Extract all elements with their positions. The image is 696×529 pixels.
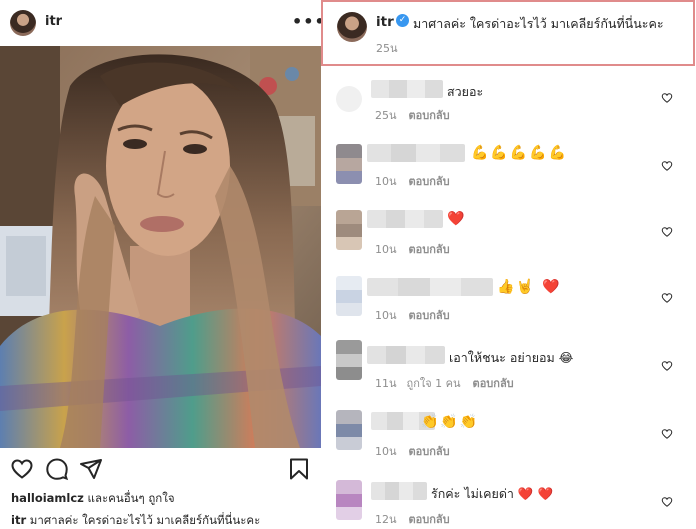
post-username[interactable]: itr — [45, 14, 62, 29]
reply-button[interactable]: ตอบกลับ — [409, 513, 450, 526]
comment-meta: 25น ตอบกลับ — [375, 106, 450, 124]
avatar[interactable] — [337, 12, 367, 42]
blurred-username — [367, 278, 493, 296]
comment-text: 👏👏👏 — [421, 414, 480, 430]
blurred-username — [367, 346, 445, 364]
reply-button[interactable]: ตอบกลับ — [409, 175, 450, 188]
comment-time[interactable]: 10น — [375, 175, 397, 188]
heart-icon[interactable] — [661, 428, 673, 440]
heart-icon[interactable] — [661, 226, 673, 238]
blurred-username — [367, 144, 465, 162]
comment-text: รักค่ะ ไม่เคยด่า ❤️ ❤️ — [431, 486, 554, 501]
post-header: itr ••• — [0, 0, 325, 46]
reply-button[interactable]: ตอบกลับ — [409, 243, 450, 256]
comment-time[interactable]: 12น — [375, 513, 397, 526]
bookmark-icon[interactable] — [287, 457, 311, 481]
reply-button[interactable]: ตอบกลับ — [409, 309, 450, 322]
comment-time[interactable]: 25น — [376, 39, 398, 57]
comment-text: มาศาลค่ะ ใครด่าอะไรไว้ มาเคลียร์กันที่นี… — [413, 16, 664, 31]
share-icon[interactable] — [79, 457, 103, 481]
caption-text: มาศาลค่ะ ใครด่าอะไรไว้ มาเคลียร์กันที่นี… — [26, 513, 261, 527]
liked-by-rest: และคนอื่นๆ ถูกใจ — [83, 491, 175, 505]
comment-time[interactable]: 10น — [375, 445, 397, 458]
avatar[interactable] — [336, 480, 362, 520]
reply-button[interactable]: ตอบกลับ — [473, 377, 514, 390]
likes-summary[interactable]: halloiamlcz และคนอื่นๆ ถูกใจ — [11, 490, 175, 508]
blurred-username — [367, 210, 443, 228]
comment-meta: 10น ตอบกลับ — [375, 172, 450, 190]
post-photo[interactable] — [0, 46, 321, 448]
post-actions — [0, 452, 321, 484]
avatar[interactable] — [10, 10, 36, 36]
comment-text: เอาให้ชนะ อย่ายอม 😂 — [449, 350, 574, 365]
comment-icon[interactable] — [45, 457, 69, 481]
heart-icon[interactable] — [10, 457, 34, 481]
comment-username[interactable]: itr — [376, 14, 394, 30]
verified-badge-icon: ✓ — [396, 14, 409, 27]
post-caption: itr มาศาลค่ะ ใครด่าอะไรไว้ มาเคลียร์กันท… — [11, 512, 260, 529]
comment-meta: 10น ตอบกลับ — [375, 240, 450, 258]
comment-likes[interactable]: ถูกใจ 1 คน — [407, 377, 461, 390]
avatar[interactable] — [336, 210, 362, 250]
avatar[interactable] — [336, 276, 362, 316]
avatar[interactable] — [336, 86, 362, 112]
blurred-username — [371, 80, 443, 98]
heart-icon[interactable] — [661, 360, 673, 372]
reply-button[interactable]: ตอบกลับ — [409, 445, 450, 458]
avatar[interactable] — [336, 144, 362, 184]
caption-username[interactable]: itr — [11, 513, 26, 527]
heart-icon[interactable] — [661, 292, 673, 304]
comment-time[interactable]: 11น — [375, 377, 397, 390]
comment-meta: 12น ตอบกลับ — [375, 510, 450, 528]
comment-text: สวยอะ — [447, 84, 484, 99]
comment-time[interactable]: 10น — [375, 309, 397, 322]
comment-text: ❤️ — [447, 211, 467, 227]
comment-meta: 11น ถูกใจ 1 คน ตอบกลับ — [375, 374, 514, 392]
avatar[interactable] — [336, 410, 362, 450]
heart-icon[interactable] — [661, 496, 673, 508]
post-panel: itr ••• halloiamlcz และคนอื่นๆ ถูกใจ itr… — [0, 0, 325, 529]
liked-by-username[interactable]: halloiamlcz — [11, 491, 84, 505]
avatar[interactable] — [336, 340, 362, 380]
comment-meta: 10น ตอบกลับ — [375, 442, 450, 460]
reply-button[interactable]: ตอบกลับ — [409, 109, 450, 122]
comment-meta: 10น ตอบกลับ — [375, 306, 450, 324]
comment-time[interactable]: 25น — [375, 109, 397, 122]
comment-text: 👍🤘 ❤️ — [497, 279, 562, 295]
heart-icon[interactable] — [661, 92, 673, 104]
comments-panel: itr ✓ มาศาลค่ะ ใครด่าอะไรไว้ มาเคลียร์กั… — [321, 0, 696, 529]
blurred-username — [371, 482, 427, 500]
comment-time[interactable]: 10น — [375, 243, 397, 256]
heart-icon[interactable] — [661, 160, 673, 172]
comment-text: 💪💪💪💪💪 — [471, 145, 569, 161]
highlighted-comment: itr ✓ มาศาลค่ะ ใครด่าอะไรไว้ มาเคลียร์กั… — [321, 0, 695, 66]
